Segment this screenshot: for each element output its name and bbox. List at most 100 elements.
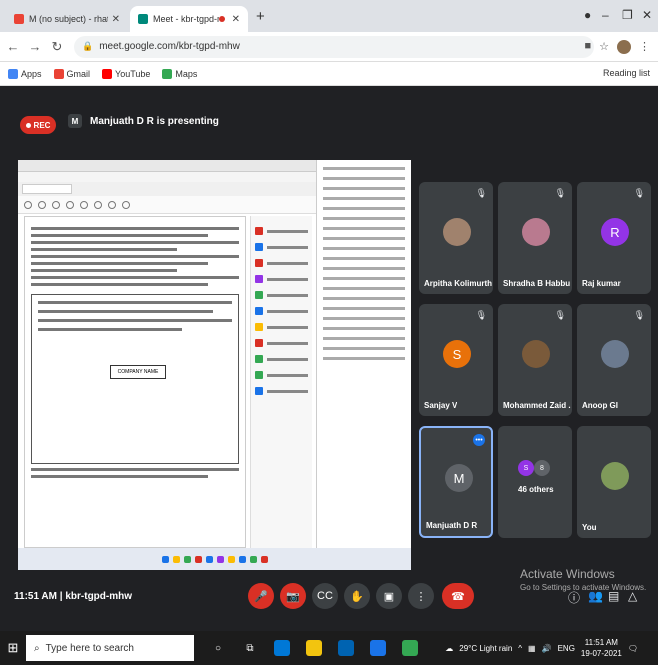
profile-avatar[interactable] <box>617 40 631 54</box>
maps-icon <box>162 68 173 79</box>
avatar <box>522 340 550 368</box>
youtube-icon <box>102 68 113 79</box>
shared-document: COMPANY NAME <box>24 216 246 548</box>
minimize-button[interactable]: – <box>602 8 609 22</box>
taskbar-search[interactable]: ⌕ Type here to search <box>26 635 194 661</box>
forward-icon[interactable]: → <box>26 39 44 54</box>
avatar <box>601 340 629 368</box>
notification-icon[interactable]: 🗨 <box>628 644 638 653</box>
tab-title: M (no subject) - rhatianaghuv@G <box>29 14 108 24</box>
windows-start-icon[interactable]: ⊞ <box>0 640 26 656</box>
mail-icon[interactable] <box>370 640 386 656</box>
lock-icon: 🔒 <box>82 41 94 51</box>
camera-icon[interactable]: ■ <box>584 40 591 54</box>
bookmark-youtube[interactable]: YouTube <box>102 68 150 79</box>
weather-icon: ☁ <box>445 643 454 653</box>
tab-gmail[interactable]: M (no subject) - rhatianaghuv@G ✕ <box>6 6 128 32</box>
participant-tile[interactable]: 🎙 S Sanjay V <box>419 304 493 416</box>
tray-chevron-icon[interactable]: ^ <box>518 644 522 653</box>
volume-icon[interactable]: 🔊 <box>542 644 552 653</box>
properties-panel <box>316 160 411 548</box>
mic-toggle-button[interactable]: 🎤 <box>248 583 274 609</box>
reading-list-button[interactable]: Reading list <box>603 68 650 78</box>
camera-toggle-button[interactable]: 📷 <box>280 583 306 609</box>
taskbar-clock[interactable]: 11:51 AM 19-07-2021 <box>581 637 622 659</box>
meet-icon <box>138 14 148 24</box>
more-options-icon[interactable]: ••• <box>473 434 485 446</box>
url-input[interactable]: 🔒 meet.google.com/kbr-tgpd-mhw <box>74 35 594 58</box>
participant-tile[interactable]: 🎙 Anoop GI <box>577 304 651 416</box>
back-icon[interactable]: ← <box>4 39 22 54</box>
participant-tile[interactable]: 🎙 Shradha B Habbu <box>498 182 572 294</box>
browser-tab-bar: M (no subject) - rhatianaghuv@G ✕ Meet -… <box>0 0 658 32</box>
bookmark-maps[interactable]: Maps <box>162 68 197 79</box>
company-name-box: COMPANY NAME <box>110 365 166 379</box>
shared-screen[interactable]: COMPANY NAME <box>18 160 411 570</box>
mic-off-icon: 🎙 <box>475 188 487 198</box>
avatar <box>443 218 471 246</box>
close-tab-icon[interactable]: ✕ <box>112 14 120 25</box>
participant-tile-presenter[interactable]: ••• M Manjuath D R <box>419 426 493 538</box>
activities-icon[interactable]: △ <box>628 589 637 603</box>
meeting-details: 11:51 AM | kbr-tgpd-mhw <box>14 591 132 602</box>
reload-icon[interactable]: ↻ <box>48 39 66 55</box>
more-options-button[interactable]: ⋮ <box>408 583 434 609</box>
address-bar-row: ← → ↻ 🔒 meet.google.com/kbr-tgpd-mhw ■ ☆… <box>0 32 658 62</box>
recording-indicator-icon <box>218 16 225 22</box>
mic-off-icon: 🎙 <box>475 310 487 320</box>
bookmark-gmail[interactable]: Gmail <box>53 68 90 79</box>
participant-tile[interactable]: 🎙 Arpitha Kolimurthy <box>419 182 493 294</box>
bookmark-apps[interactable]: Apps <box>8 68 42 79</box>
star-icon[interactable]: ☆ <box>599 40 609 54</box>
cortana-icon[interactable]: ○ <box>210 640 226 656</box>
raise-hand-button[interactable]: ✋ <box>344 583 370 609</box>
tools-panel <box>250 216 312 548</box>
edge-icon[interactable] <box>274 640 290 656</box>
mic-off-icon: 🎙 <box>633 188 645 198</box>
avatar: M <box>445 464 473 492</box>
chat-icon[interactable]: ▤ <box>608 589 619 603</box>
avatar: R <box>601 218 629 246</box>
participant-tile[interactable]: 🎙 R Raj kumar <box>577 182 651 294</box>
network-icon[interactable]: ▦ <box>528 644 536 653</box>
captions-button[interactable]: CC <box>312 583 338 609</box>
close-tab-icon[interactable]: ✕ <box>232 14 240 25</box>
maximize-button[interactable]: ❐ <box>622 8 633 22</box>
self-tile[interactable]: You <box>577 426 651 538</box>
file-explorer-icon[interactable] <box>306 640 322 656</box>
mic-off-icon: 🎙 <box>554 188 566 198</box>
tab-meet[interactable]: Meet - kbr-tgpd-mhw ✕ <box>130 6 248 32</box>
new-tab-button[interactable]: + <box>256 8 265 25</box>
search-icon: ⌕ <box>34 642 40 654</box>
gmail-icon <box>14 14 24 24</box>
presenting-text: Manjuath D R is presenting <box>90 115 219 127</box>
info-icon[interactable]: ⓘ <box>568 589 580 606</box>
menu-icon[interactable]: ⋮ <box>639 40 650 54</box>
chrome-icon[interactable] <box>402 640 418 656</box>
others-avatars: S8 <box>518 460 550 476</box>
people-icon[interactable]: 👥 <box>588 589 603 603</box>
gmail-icon <box>53 68 64 79</box>
avatar <box>601 462 629 490</box>
task-view-icon[interactable]: ⧉ <box>242 640 258 656</box>
url-text: meet.google.com/kbr-tgpd-mhw <box>99 41 240 52</box>
mic-off-icon: 🎙 <box>554 310 566 320</box>
meet-controls-bar: 11:51 AM | kbr-tgpd-mhw 🎤 📷 CC ✋ ▣ ⋮ ☎ A… <box>0 567 658 631</box>
others-tile[interactable]: S8 46 others <box>498 426 572 538</box>
leave-call-button[interactable]: ☎ <box>442 583 474 609</box>
recording-badge: REC <box>20 116 56 134</box>
close-window-button[interactable]: ✕ <box>642 8 652 22</box>
meet-stage: REC M Manjuath D R is presenting COMPANY… <box>0 86 658 631</box>
avatar: S <box>443 340 471 368</box>
presenting-banner: M Manjuath D R is presenting <box>68 114 219 128</box>
bookmarks-bar: Apps Gmail YouTube Maps Reading list <box>0 62 658 86</box>
store-icon[interactable] <box>338 640 354 656</box>
windows-taskbar: ⊞ ⌕ Type here to search ○ ⧉ ☁ 29°C Light… <box>0 631 658 665</box>
present-button[interactable]: ▣ <box>376 583 402 609</box>
participant-tile[interactable]: 🎙 Mohammed Zaid ... <box>498 304 572 416</box>
mic-off-icon: 🎙 <box>633 310 645 320</box>
tab-title: Meet - kbr-tgpd-mhw <box>153 14 219 24</box>
presenter-avatar: M <box>68 114 82 128</box>
avatar <box>522 218 550 246</box>
account-icon[interactable]: ● <box>584 8 591 22</box>
